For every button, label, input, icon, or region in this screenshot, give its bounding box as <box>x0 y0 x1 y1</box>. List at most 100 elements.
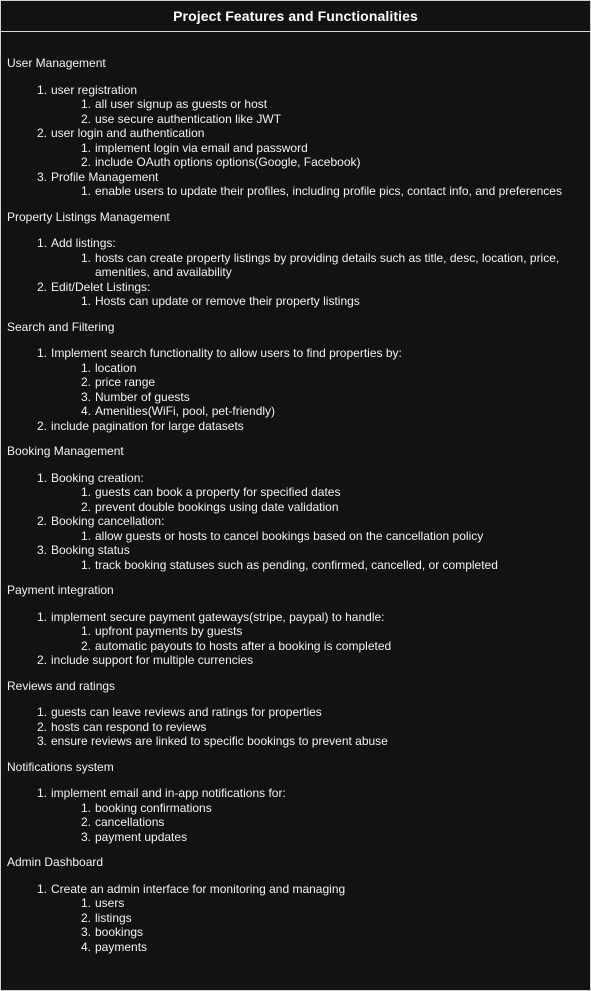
list-item-text: Add listings: <box>51 236 116 250</box>
sub-list-item: 3. payment updates <box>51 830 584 845</box>
sub-list-item: 1. enable users to update their profiles,… <box>51 184 584 199</box>
sub-list-item-text: location <box>95 360 137 375</box>
sub-list-item-text: cancellations <box>95 815 165 829</box>
sub-list: 1. Hosts can update or remove their prope… <box>51 294 584 309</box>
sub-list-item-text: use secure authentication like JWT <box>95 111 282 126</box>
sub-list: 1. users 2. listings 3. bookings 4. payments <box>51 896 584 954</box>
sub-list-item-text: enable users to update their profiles, i… <box>95 184 562 198</box>
list-item: 2. include pagination for large datasets <box>7 419 584 434</box>
sub-list-number: 3. <box>80 389 91 404</box>
sub-list-number: 3. <box>80 829 91 844</box>
section-list: 1. Booking creation: 1. guests can book a p… <box>7 471 584 573</box>
sub-list-item: 2. cancellations <box>51 815 584 830</box>
sub-list: 1. hosts can create property listings by … <box>51 251 584 280</box>
sub-list-number: 1. <box>80 485 91 499</box>
document-title: Project Features and Functionalities <box>173 8 418 24</box>
list-item-text: Booking cancellation: <box>51 514 165 528</box>
sub-list-item: 2. automatic payouts to hosts after a boo… <box>51 639 584 654</box>
list-number: 1. <box>36 236 47 250</box>
sub-list: 1. upfront payments by guests 2. automatic … <box>51 624 584 653</box>
sub-list-item: 1. users <box>51 896 584 911</box>
list-number: 1. <box>36 786 47 800</box>
list-number: 1. <box>36 705 47 719</box>
list-item-text: user login and authentication <box>51 126 205 140</box>
list-item: 2. hosts can respond to reviews <box>7 720 584 735</box>
sub-list-item: 2. price range <box>51 375 584 390</box>
list-item: 3. ensure reviews are linked to specific … <box>7 734 584 749</box>
list-number: 3. <box>36 169 47 184</box>
list-item: 1. Create an admin interface for monitori… <box>7 882 584 955</box>
sub-list-item: 1. allow guests or hosts to cancel bookin… <box>51 529 584 544</box>
title-bar: Project Features and Functionalities <box>1 1 590 32</box>
list-number: 2. <box>36 279 47 294</box>
sub-list-item: 1. upfront payments by guests <box>51 624 584 639</box>
list-number: 1. <box>36 470 47 485</box>
sub-list-item-text: upfront payments by guests <box>95 624 243 638</box>
sub-list-number: 1. <box>80 896 91 910</box>
sub-list: 1. implement login via email and password… <box>51 141 584 170</box>
list-item-text: Profile Management <box>51 169 159 184</box>
list-number: 2. <box>36 514 47 528</box>
list-number: 2. <box>36 653 47 667</box>
sub-list-item: 1. hosts can create property listings by … <box>51 251 584 280</box>
list-number: 1. <box>36 609 47 624</box>
sub-list-number: 3. <box>80 925 91 939</box>
sub-list: 1. enable users to update their profiles,… <box>51 184 584 199</box>
sub-list: 1. allow guests or hosts to cancel bookin… <box>51 529 584 544</box>
sub-list-item: 4. payments <box>51 940 584 955</box>
list-item: 1. implement email and in-app notificatio… <box>7 786 584 844</box>
list-number: 2. <box>36 719 47 734</box>
sub-list-item: 2. listings <box>51 911 584 926</box>
sub-list-item-text: booking confirmations <box>95 800 212 815</box>
section-list: 1. implement secure payment gateways(stri… <box>7 610 584 668</box>
list-number: 1. <box>36 881 47 896</box>
sub-list-item-text: Amenities(WiFi, pool, pet-friendly) <box>95 404 276 418</box>
section-list: 1. Create an admin interface for monitori… <box>7 882 584 955</box>
list-item: 2. Booking cancellation: 1. allow guests or… <box>7 514 584 543</box>
section-heading: User Management <box>7 56 106 70</box>
list-number: 1. <box>36 346 47 360</box>
sub-list: 1. track booking statuses such as pending… <box>51 558 584 573</box>
list-item: 1. Booking creation: 1. guests can book a p… <box>7 471 584 515</box>
section-list: 1. Add listings: 1. hosts can create proper… <box>7 236 584 309</box>
sub-list-number: 1. <box>80 250 91 265</box>
sub-list-item: 1. Hosts can update or remove their prope… <box>51 294 584 309</box>
sub-list-item-text: bookings <box>95 925 144 939</box>
list-item-text: include support for multiple currencies <box>51 653 254 667</box>
sub-list-number: 2. <box>80 815 91 829</box>
sub-list-number: 1. <box>80 140 91 155</box>
sub-list-number: 1. <box>80 800 91 815</box>
document-content: User Management 1. user registration 1. all … <box>1 56 590 954</box>
list-item: 2. include support for multiple currencie… <box>7 653 584 668</box>
sub-list-item: 1. location <box>51 361 584 376</box>
list-number: 2. <box>36 126 47 140</box>
list-number: 1. <box>36 82 47 97</box>
sub-list-item-text: track booking statuses such as pending, … <box>95 557 498 572</box>
sub-list-number: 1. <box>80 294 91 308</box>
sub-list: 1. all user signup as guests or host 2. use… <box>51 97 584 126</box>
list-item: 2. user login and authentication 1. impleme… <box>7 126 584 170</box>
sub-list-item-text: Hosts can update or remove their propert… <box>95 294 360 308</box>
sub-list-number: 2. <box>80 111 91 126</box>
sub-list-number: 1. <box>80 528 91 543</box>
list-item-text: implement email and in-app notifications… <box>51 786 286 800</box>
section-heading: Payment integration <box>7 583 114 597</box>
sub-list-number: 1. <box>80 557 91 572</box>
sub-list-item-text: hosts can create property listings by pr… <box>95 250 560 280</box>
list-item: 3. Booking status 1. track booking statuses… <box>7 543 584 572</box>
sub-list-item: 1. all user signup as guests or host <box>51 97 584 112</box>
sub-list-item-text: implement login via email and password <box>95 140 308 155</box>
list-item-text: implement secure payment gateways(stripe… <box>51 609 385 624</box>
section-list: 1. user registration 1. all user signup as … <box>7 83 584 199</box>
sub-list-item-text: users <box>95 896 125 910</box>
sub-list-item: 1. implement login via email and password <box>51 141 584 156</box>
sub-list: 1. guests can book a property for specifi… <box>51 485 584 514</box>
section-heading: Booking Management <box>7 444 124 458</box>
sub-list-number: 1. <box>80 360 91 375</box>
sub-list-item-text: all user signup as guests or host <box>95 97 268 111</box>
sub-list-number: 2. <box>80 499 91 514</box>
sub-list-item-text: automatic payouts to hosts after a booki… <box>95 638 392 653</box>
sub-list-number: 1. <box>80 184 91 198</box>
list-item-text: Edit/Delet Listings: <box>51 279 151 294</box>
sub-list-number: 4. <box>80 404 91 418</box>
